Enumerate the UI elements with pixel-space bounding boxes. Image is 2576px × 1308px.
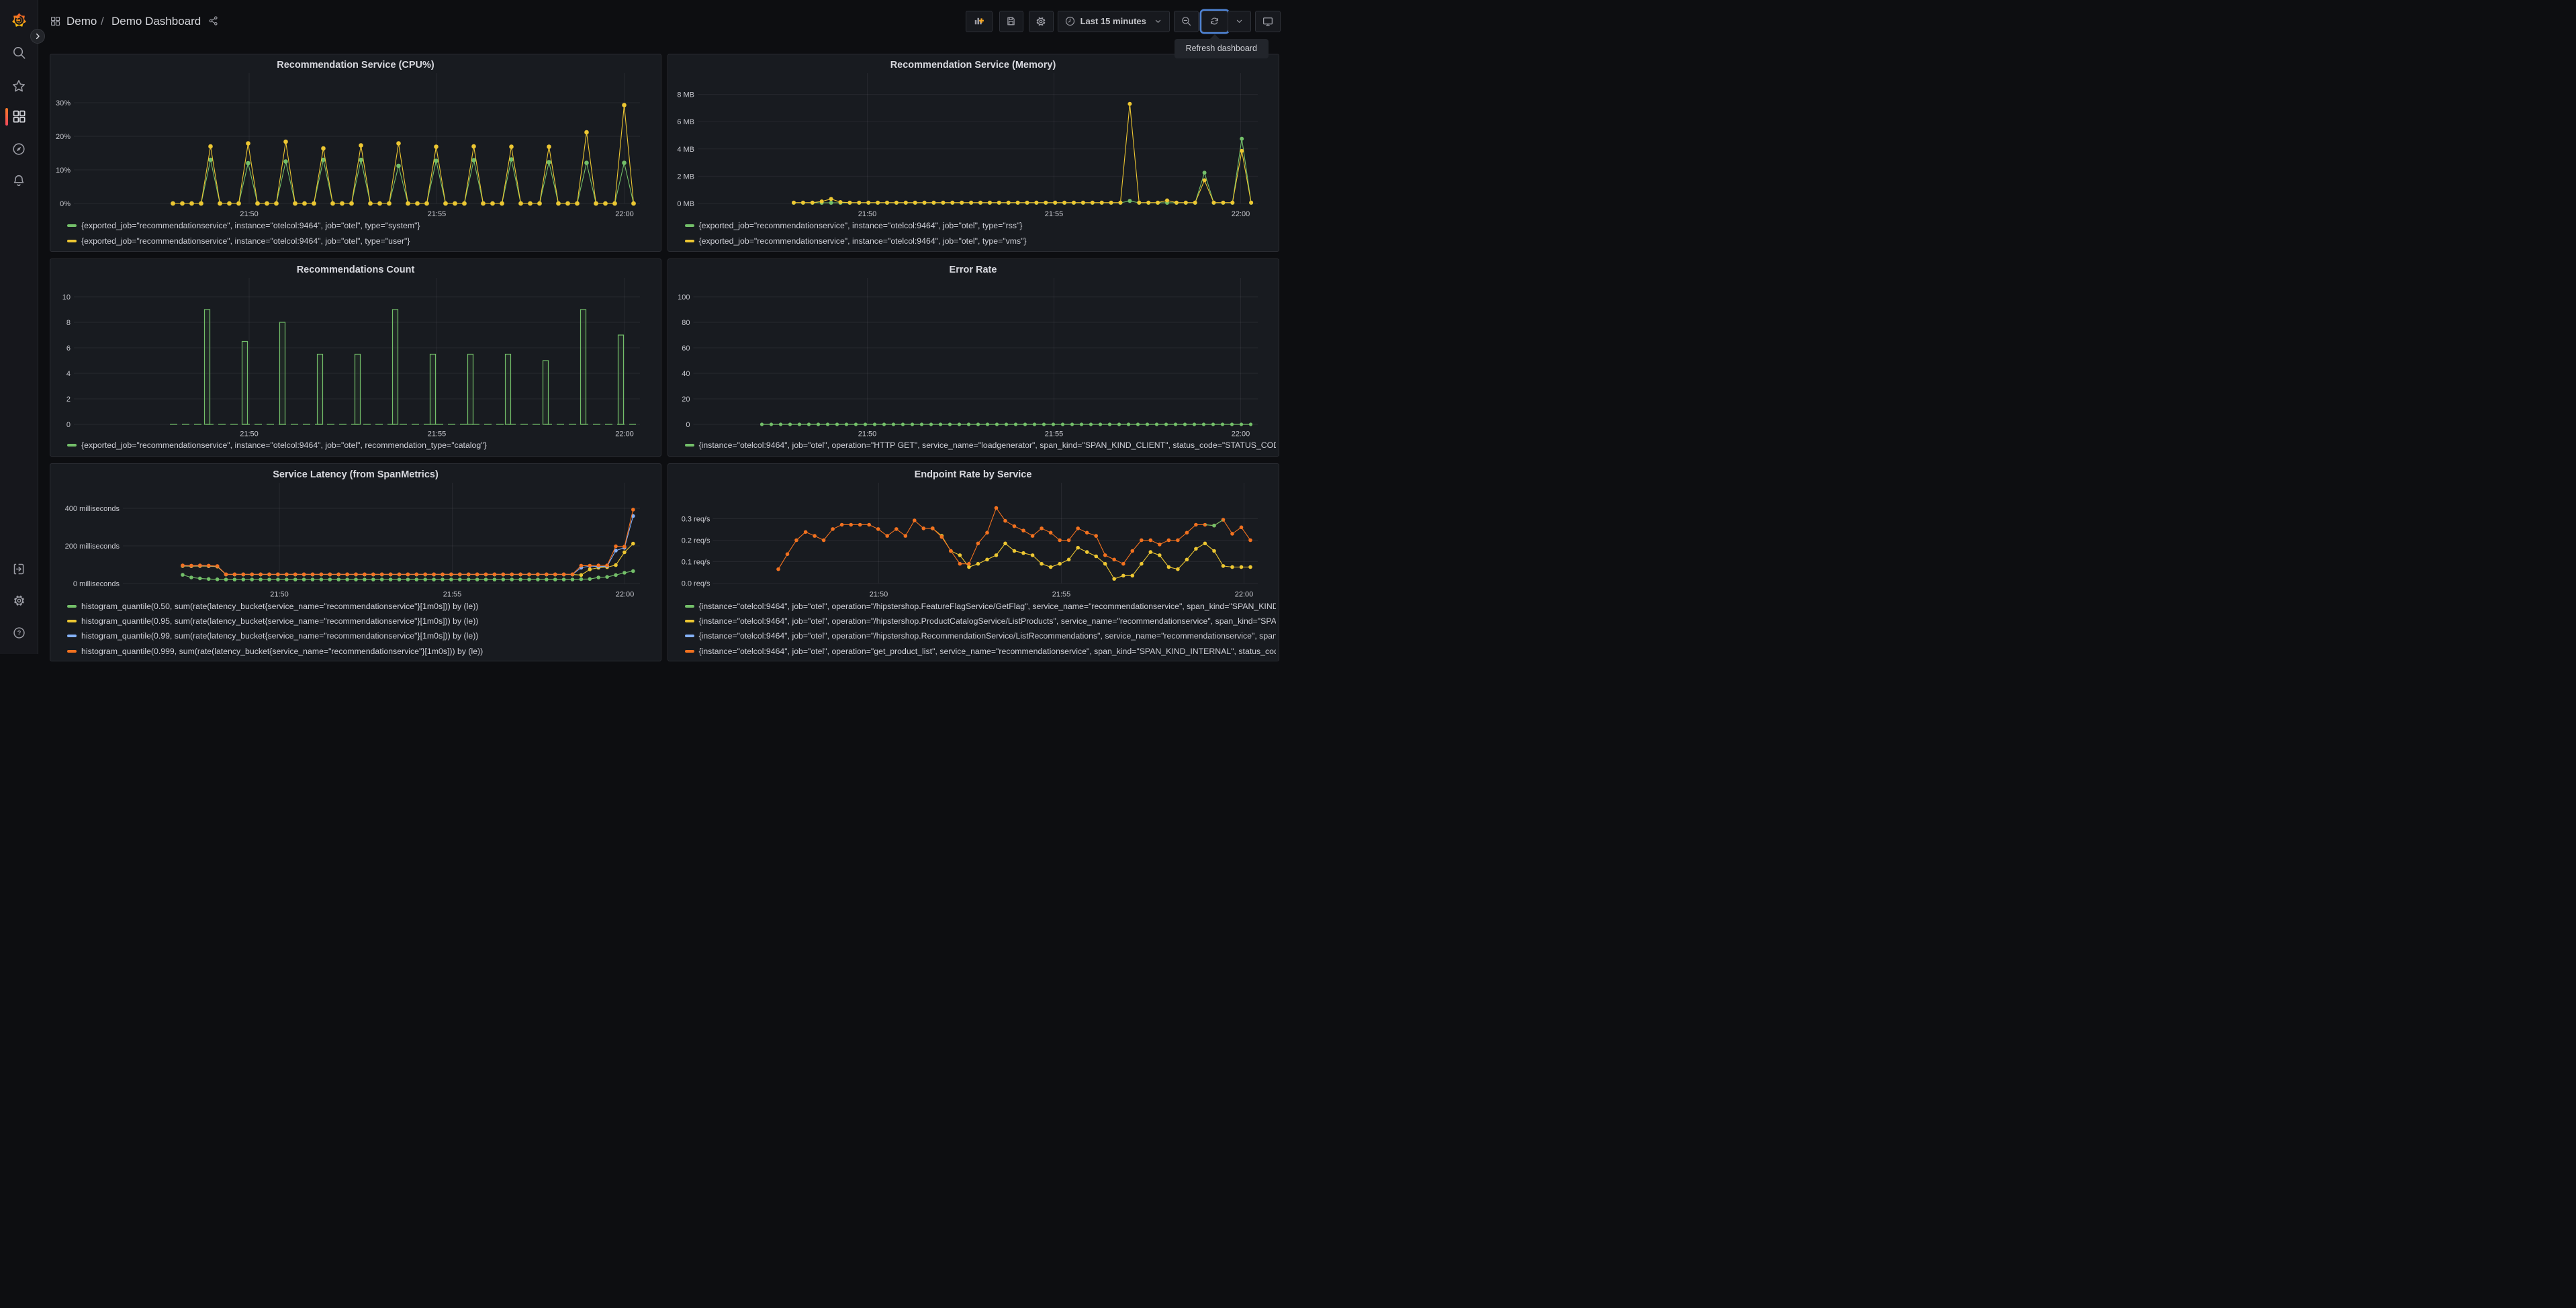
- svg-text:40: 40: [682, 370, 690, 378]
- svg-text:200 milliseconds: 200 milliseconds: [65, 543, 120, 551]
- svg-text:0 milliseconds: 0 milliseconds: [73, 580, 120, 588]
- svg-text:0.1 req/s: 0.1 req/s: [681, 558, 710, 566]
- svg-text:21:50: 21:50: [240, 210, 259, 218]
- svg-text:8 MB: 8 MB: [677, 91, 694, 99]
- svg-text:0: 0: [686, 421, 690, 429]
- svg-text:22:00: 22:00: [1231, 210, 1250, 218]
- svg-text:6 MB: 6 MB: [677, 118, 694, 126]
- svg-text:0: 0: [66, 421, 71, 429]
- svg-text:0%: 0%: [60, 200, 71, 208]
- svg-text:22:00: 22:00: [616, 590, 635, 598]
- svg-text:80: 80: [682, 319, 690, 327]
- svg-text:21:50: 21:50: [270, 590, 289, 598]
- svg-text:2 MB: 2 MB: [677, 173, 694, 181]
- svg-text:22:00: 22:00: [615, 430, 634, 438]
- svg-text:10: 10: [62, 293, 71, 301]
- svg-text:0.0 req/s: 0.0 req/s: [681, 579, 710, 588]
- svg-text:?: ?: [17, 630, 21, 637]
- svg-text:22:00: 22:00: [615, 210, 634, 218]
- svg-text:21:55: 21:55: [428, 210, 447, 218]
- svg-text:0 MB: 0 MB: [677, 200, 694, 208]
- svg-text:21:55: 21:55: [1052, 590, 1070, 598]
- svg-text:21:50: 21:50: [869, 590, 888, 598]
- svg-text:0.2 req/s: 0.2 req/s: [681, 536, 710, 545]
- svg-text:2: 2: [66, 395, 71, 404]
- svg-text:400 milliseconds: 400 milliseconds: [65, 505, 120, 513]
- svg-text:0.3 req/s: 0.3 req/s: [681, 515, 710, 523]
- svg-text:4: 4: [66, 370, 71, 378]
- svg-text:4 MB: 4 MB: [677, 145, 694, 153]
- svg-text:21:50: 21:50: [858, 210, 876, 218]
- svg-text:10%: 10%: [56, 167, 71, 175]
- svg-text:21:55: 21:55: [1044, 210, 1063, 218]
- svg-text:22:00: 22:00: [1231, 430, 1250, 438]
- svg-text:21:50: 21:50: [858, 430, 876, 438]
- svg-text:22:00: 22:00: [1234, 590, 1253, 598]
- svg-text:100: 100: [678, 293, 690, 301]
- svg-text:20%: 20%: [56, 133, 71, 141]
- svg-text:20: 20: [682, 395, 690, 404]
- svg-text:21:50: 21:50: [240, 430, 259, 438]
- svg-text:6: 6: [66, 344, 71, 353]
- svg-text:60: 60: [682, 344, 690, 353]
- svg-text:21:55: 21:55: [443, 590, 462, 598]
- svg-text:21:55: 21:55: [428, 430, 447, 438]
- svg-text:8: 8: [66, 319, 71, 327]
- svg-text:21:55: 21:55: [1044, 430, 1063, 438]
- svg-text:30%: 30%: [56, 99, 71, 107]
